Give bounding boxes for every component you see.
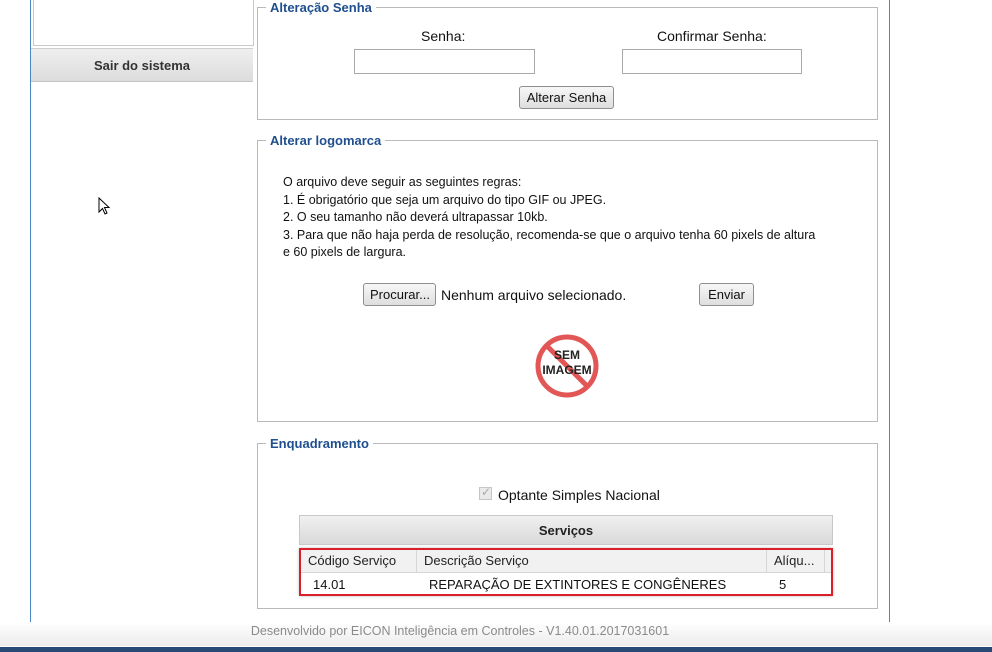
services-table-header: Código Serviço Descrição Serviço Alíqu..… [301, 550, 831, 573]
framing-section-legend: Enquadramento [270, 436, 369, 451]
change-password-button[interactable]: Alterar Senha [519, 86, 614, 109]
column-header-rate[interactable]: Alíqu... [774, 553, 814, 568]
service-code-cell: 14.01 [313, 577, 346, 592]
service-rate-cell: 5 [779, 577, 787, 592]
mouse-pointer-icon [98, 197, 111, 215]
logout-button[interactable]: Sair do sistema [31, 48, 253, 82]
browse-file-button[interactable]: Procurar... [363, 283, 436, 306]
column-header-code[interactable]: Código Serviço [308, 553, 396, 568]
sidebar-panel [33, 0, 254, 46]
simples-nacional-label: Optante Simples Nacional [498, 487, 660, 503]
bottom-border [0, 647, 992, 652]
no-image-placeholder: SEM IMAGEM [534, 333, 600, 399]
services-grid-title: Serviços [299, 515, 833, 545]
confirm-password-input[interactable] [622, 49, 802, 74]
password-section-legend: Alteração Senha [270, 0, 372, 15]
password-input[interactable] [354, 49, 535, 74]
no-image-text-line1: SEM [553, 348, 580, 362]
column-divider[interactable] [824, 550, 825, 572]
rule-3-continued: e 60 pixels de largura. [283, 245, 406, 259]
column-divider[interactable] [416, 550, 417, 572]
rules-intro: O arquivo deve seguir as seguintes regra… [283, 175, 522, 189]
confirm-password-label: Confirmar Senha: [657, 28, 767, 44]
rule-1: 1. É obrigatório que seja um arquivo do … [283, 192, 607, 207]
simples-nacional-checkbox[interactable] [479, 485, 492, 500]
footer-credits: Desenvolvido por EICON Inteligência em C… [250, 624, 670, 638]
logo-section-legend: Alterar logomarca [270, 133, 382, 148]
logo-rules-text: O arquivo deve seguir as seguintes regra… [283, 174, 863, 262]
password-label: Senha: [421, 28, 466, 44]
rule-2: 2. O seu tamanho não deverá ultrapassar … [283, 210, 548, 224]
file-status-text: Nenhum arquivo selecionado. [441, 287, 627, 303]
rule-3: 3. Para que não haja perda de resolução,… [283, 227, 816, 242]
column-header-description[interactable]: Descrição Serviço [424, 553, 529, 568]
services-table: Código Serviço Descrição Serviço Alíqu..… [299, 548, 833, 596]
service-description-cell: REPARAÇÃO DE EXTINTORES E CONGÊNERES [429, 577, 727, 592]
no-image-text-line2: IMAGEM [542, 363, 592, 377]
send-logo-button[interactable]: Enviar [699, 283, 754, 306]
column-divider[interactable] [766, 550, 767, 572]
